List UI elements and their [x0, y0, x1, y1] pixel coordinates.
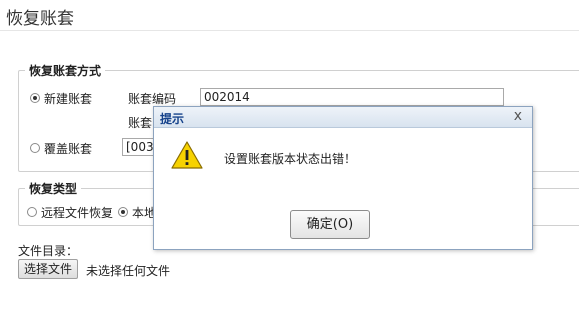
- restore-type-legend: 恢复类型: [29, 182, 78, 196]
- overwrite-account-radio[interactable]: [30, 143, 40, 153]
- ok-button[interactable]: 确定(O): [290, 210, 370, 239]
- dialog-message: 设置账套版本状态出错！: [224, 152, 357, 166]
- account-code-input[interactable]: [200, 88, 504, 106]
- local-restore-radio[interactable]: [118, 207, 128, 217]
- account-code-label: 账套编码: [128, 92, 177, 106]
- dialog-title: 提示: [160, 112, 185, 126]
- dialog-header[interactable]: 提示 x: [154, 107, 532, 128]
- new-account-label[interactable]: 新建账套: [44, 90, 92, 107]
- close-icon[interactable]: x: [514, 108, 522, 124]
- account-name-label: 账套: [128, 116, 153, 130]
- alert-dialog: 提示 x 设置账套版本状态出错！ 确定(O): [153, 106, 533, 250]
- remote-restore-radio[interactable]: [27, 207, 37, 217]
- overwrite-account-label[interactable]: 覆盖账套: [44, 140, 92, 157]
- warning-icon: [171, 141, 203, 169]
- choose-file-button[interactable]: 选择文件: [18, 259, 78, 279]
- restore-method-legend: 恢复账套方式: [29, 64, 102, 78]
- new-account-radio[interactable]: [30, 93, 40, 103]
- file-dir-label: 文件目录：: [18, 244, 79, 258]
- remote-restore-label[interactable]: 远程文件恢复: [41, 204, 113, 221]
- title-divider: [0, 30, 579, 31]
- page-title: 恢复账套: [6, 9, 74, 29]
- no-file-text: 未选择任何文件: [86, 264, 171, 278]
